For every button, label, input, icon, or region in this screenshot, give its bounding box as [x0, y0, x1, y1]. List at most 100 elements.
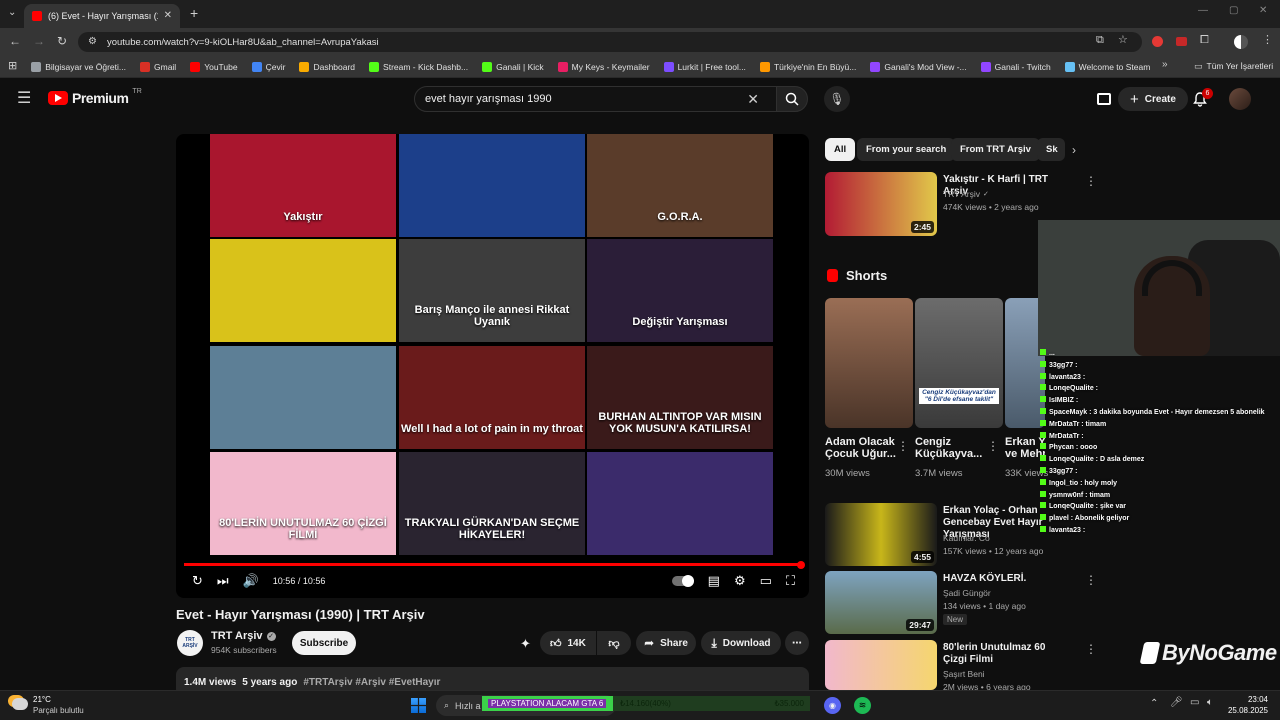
short-more-icon[interactable]: ⋮ — [897, 440, 909, 452]
bookmark-item[interactable]: Gmail — [140, 61, 176, 72]
clock-time[interactable]: 23:04 — [1228, 695, 1268, 704]
minimize-window-icon[interactable]: — — [1198, 6, 1208, 16]
short-more-icon[interactable]: ⋮ — [987, 440, 999, 452]
network-icon[interactable]: ▭ — [1190, 698, 1199, 708]
forward-icon[interactable]: → — [33, 35, 45, 47]
endscreen-video-thumbnail[interactable] — [587, 452, 773, 555]
bookmark-item[interactable]: My Keys - Keymailer — [557, 61, 650, 72]
speaker-icon[interactable]: 🔈︎ — [1207, 698, 1213, 708]
related-video-title[interactable]: 80'lerin Unutulmaz 60 Çizgi Filmi — [943, 642, 1063, 666]
volume-icon[interactable]: 🔊 — [243, 573, 259, 589]
theater-mode-icon[interactable]: ▭ — [760, 573, 772, 589]
youtube-logo[interactable]: Premium TR — [48, 88, 142, 106]
new-tab-icon[interactable]: + — [190, 6, 198, 20]
account-avatar[interactable] — [1229, 88, 1251, 110]
back-icon[interactable]: ← — [9, 35, 21, 47]
address-bar[interactable]: ⚙ youtube.com/watch?v=9-kiOLHar8U&ab_cha… — [78, 32, 1142, 52]
short-title[interactable]: Erkan Yolaçve Mehpare — [1005, 436, 1045, 460]
hamburger-menu-icon[interactable]: ☰ — [17, 91, 31, 107]
bookmark-item[interactable]: Türkiye'nin En Büyü... — [759, 61, 856, 72]
video-thumbnail[interactable] — [825, 640, 937, 690]
settings-gear-icon[interactable]: ⚙ — [734, 573, 746, 589]
endscreen-video-thumbnail[interactable] — [399, 134, 585, 237]
fullscreen-icon[interactable]: ⛶ — [786, 573, 795, 589]
system-tray-chevron-icon[interactable]: ⌃ — [1150, 699, 1158, 709]
bookmark-item[interactable]: Çevir — [251, 61, 285, 72]
extensions-puzzle-icon[interactable]: ⧠ — [1200, 35, 1209, 46]
endscreen-video-thumbnail[interactable]: TRAKYALI GÜRKAN'DAN SEÇME HİKAYELER! — [399, 452, 585, 555]
more-bookmarks-icon[interactable]: » — [1162, 60, 1168, 70]
short-title[interactable]: Adam Olacak Çocuk Uğur... — [825, 436, 905, 460]
weather-icon[interactable] — [12, 698, 28, 710]
bookmark-item[interactable]: Ganali - Twitch — [980, 61, 1051, 72]
close-tab-icon[interactable]: ✕ — [164, 11, 172, 21]
subscribe-button[interactable]: Subscribe — [292, 631, 356, 655]
dislike-button[interactable]: 👎︎ — [597, 631, 631, 655]
chip-partial[interactable]: Sk — [1037, 138, 1065, 161]
short-title[interactable]: Cengiz Küçükayva... — [915, 436, 989, 460]
related-video-title[interactable]: HAVZA KÖYLERİ. — [943, 573, 1063, 585]
create-button[interactable]: + Create — [1118, 87, 1188, 111]
close-window-icon[interactable]: ✕ — [1259, 6, 1267, 16]
endscreen-video-thumbnail[interactable] — [210, 346, 396, 449]
cast-icon[interactable] — [1097, 93, 1111, 105]
extension-icon-record[interactable] — [1176, 37, 1187, 46]
premium-action-icon[interactable]: ✦ — [520, 636, 531, 652]
apps-grid-icon[interactable]: ⊞ — [8, 61, 17, 72]
video-thumbnail[interactable]: 29:47 — [825, 571, 937, 634]
share-button[interactable]: ➦ Share — [636, 631, 696, 655]
all-bookmarks-button[interactable]: ▭ Tüm Yer İşaretleri — [1194, 61, 1273, 71]
bookmark-item[interactable]: Ganali's Mod View -... — [870, 61, 967, 72]
next-video-icon[interactable]: ⏭ — [217, 573, 229, 589]
endscreen-video-thumbnail[interactable]: Yakıştır — [210, 134, 396, 237]
profile-avatar[interactable] — [1234, 35, 1248, 49]
bookmark-item[interactable]: Welcome to Steam — [1064, 61, 1150, 72]
reload-icon[interactable]: ↻ — [57, 35, 67, 47]
endscreen-video-thumbnail[interactable]: 80'LERİN UNUTULMAZ 60 ÇİZGİ FİLMİ — [210, 452, 396, 555]
channel-name[interactable]: TRT Arşiv ✓ — [211, 630, 276, 642]
video-player[interactable]: Yakıştır G.O.R.A. Barış Manço ile annesi R… — [176, 134, 809, 598]
endscreen-video-thumbnail[interactable]: Well I had a lot of pain in my throat — [399, 346, 585, 449]
voice-search-button[interactable]: 🎙 — [824, 86, 850, 112]
bookmark-star-icon[interactable]: ☆ — [1118, 35, 1128, 46]
search-button[interactable] — [776, 86, 808, 112]
short-thumbnail[interactable] — [825, 298, 913, 428]
browser-menu-icon[interactable]: ⋮ — [1262, 35, 1273, 46]
bookmark-item[interactable]: Lurkit | Free tool... — [663, 61, 746, 72]
browser-tab[interactable]: (6) Evet - Hayır Yarışması (1990) | TRT … — [24, 4, 180, 28]
bookmark-item[interactable]: Stream - Kick Dashb... — [369, 61, 468, 72]
video-thumbnail[interactable]: 2:45 — [825, 172, 937, 236]
like-button[interactable]: 👍︎ 14K — [540, 631, 596, 655]
endscreen-video-thumbnail[interactable] — [210, 239, 396, 342]
chip-from-trt-arsiv[interactable]: From TRT Arşiv — [951, 138, 1040, 161]
endscreen-video-thumbnail[interactable]: BURHAN ALTINTOP VAR MISIN YOK MUSUN'A KA… — [587, 346, 773, 449]
autoplay-toggle[interactable] — [671, 575, 694, 587]
subtitles-icon[interactable]: ▤ — [708, 573, 720, 589]
microphone-tray-icon[interactable]: 🎤︎ — [1170, 698, 1183, 708]
chips-next-icon[interactable]: › — [1072, 144, 1076, 156]
site-info-icon[interactable]: ⚙ — [88, 37, 97, 47]
short-thumbnail[interactable]: Cengiz Küçükayvaz'dan "6 Dil'de efsane t… — [915, 298, 1003, 428]
related-more-icon[interactable]: ⋮ — [1085, 643, 1097, 655]
related-more-icon[interactable]: ⋮ — [1085, 175, 1097, 187]
bookmark-item[interactable]: Dashboard — [299, 61, 355, 72]
endscreen-video-thumbnail[interactable]: G.O.R.A. — [587, 134, 773, 237]
download-button[interactable]: ⤓ Download — [701, 631, 781, 655]
chip-from-your-search[interactable]: From your search — [857, 138, 956, 161]
bookmark-item[interactable]: Bilgisayar ve Öğreti... — [31, 61, 126, 72]
bookmark-item[interactable]: YouTube — [190, 61, 238, 72]
bookmark-item[interactable]: Ganali | Kick — [482, 61, 544, 72]
tab-search-icon[interactable]: ⌄ — [8, 8, 16, 18]
chip-all[interactable]: All — [825, 138, 856, 161]
progress-bar[interactable] — [184, 563, 801, 566]
install-app-icon[interactable]: ⧉ — [1096, 35, 1104, 46]
endscreen-video-thumbnail[interactable]: Barış Manço ile annesi Rikkat Uyanık — [399, 239, 585, 342]
endscreen-video-thumbnail[interactable]: Değiştir Yarışması — [587, 239, 773, 342]
replay-icon[interactable]: ↻ — [192, 573, 203, 589]
more-actions-button[interactable]: ⋯ — [785, 631, 809, 655]
video-thumbnail[interactable]: 4:55 — [825, 503, 937, 566]
related-more-icon[interactable]: ⋮ — [1085, 574, 1097, 586]
search-input[interactable]: evet hayır yarışması 1990 ✕ — [414, 86, 778, 112]
discord-icon[interactable]: ◉ — [824, 697, 841, 714]
channel-avatar[interactable]: TRT ARŞİV — [177, 630, 203, 656]
